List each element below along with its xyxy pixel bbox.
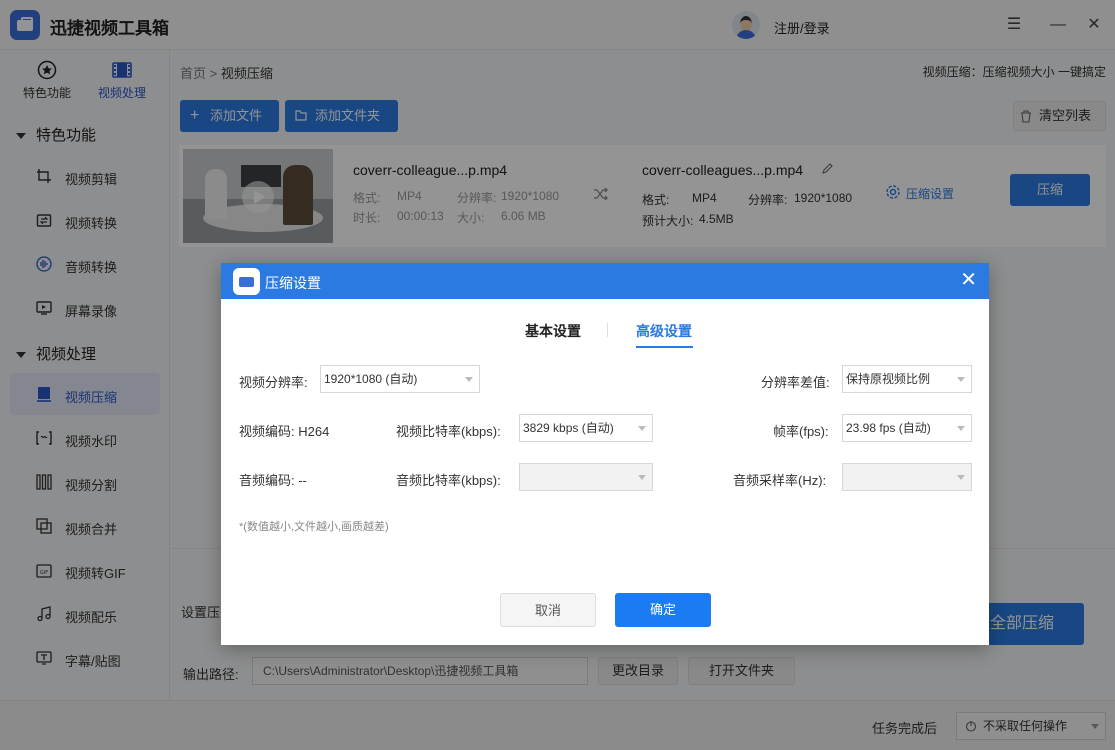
video-bitrate-value: 3829 kbps (自动) xyxy=(523,421,614,435)
audio-codec-label: 音频编码: -- xyxy=(239,473,307,488)
cancel-button[interactable]: 取消 xyxy=(500,593,596,627)
chevron-down-icon xyxy=(465,377,473,382)
video-bitrate-label: 视频比特率(kbps): xyxy=(396,424,501,439)
quality-note: *(数值越小,文件越小,画质越差) xyxy=(239,521,389,533)
chevron-down-icon xyxy=(638,426,646,431)
video-resolution-label: 视频分辨率: xyxy=(239,375,308,390)
chevron-down-icon xyxy=(957,377,965,382)
video-resolution-select[interactable]: 1920*1080 (自动) xyxy=(320,365,480,393)
tab-divider xyxy=(607,323,608,337)
resolution-diff-value: 保持原视频比例 xyxy=(846,372,931,386)
chevron-down-icon xyxy=(638,475,646,480)
chevron-down-icon xyxy=(957,475,965,480)
fps-label: 帧率(fps): xyxy=(773,424,829,439)
audio-sample-rate-select[interactable] xyxy=(842,463,972,491)
tab-advanced-settings[interactable]: 高级设置 xyxy=(636,321,692,341)
resolution-diff-label: 分辨率差值: xyxy=(761,375,830,390)
audio-bitrate-select[interactable] xyxy=(519,463,653,491)
fps-select[interactable]: 23.98 fps (自动) xyxy=(842,414,972,442)
audio-sample-rate-label: 音频采样率(Hz): xyxy=(733,473,827,488)
confirm-button[interactable]: 确定 xyxy=(615,593,711,627)
video-resolution-value: 1920*1080 (自动) xyxy=(324,372,418,386)
close-icon[interactable]: ✕ xyxy=(960,269,977,291)
dialog-header: 压缩设置 ✕ xyxy=(221,263,989,299)
resolution-diff-select[interactable]: 保持原视频比例 xyxy=(842,365,972,393)
dialog-title: 压缩设置 xyxy=(265,275,321,291)
compress-settings-dialog: 压缩设置 ✕ 基本设置 高级设置 视频分辨率: 1920*1080 (自动) 分… xyxy=(221,263,989,645)
chevron-down-icon xyxy=(957,426,965,431)
video-bitrate-select[interactable]: 3829 kbps (自动) xyxy=(519,414,653,442)
tab-basic-settings[interactable]: 基本设置 xyxy=(525,321,581,341)
dialog-logo-icon xyxy=(233,268,260,295)
audio-bitrate-label: 音频比特率(kbps): xyxy=(396,473,501,488)
video-codec-label: 视频编码: H264 xyxy=(239,424,330,439)
active-tab-indicator xyxy=(636,346,693,348)
fps-value: 23.98 fps (自动) xyxy=(846,421,931,435)
